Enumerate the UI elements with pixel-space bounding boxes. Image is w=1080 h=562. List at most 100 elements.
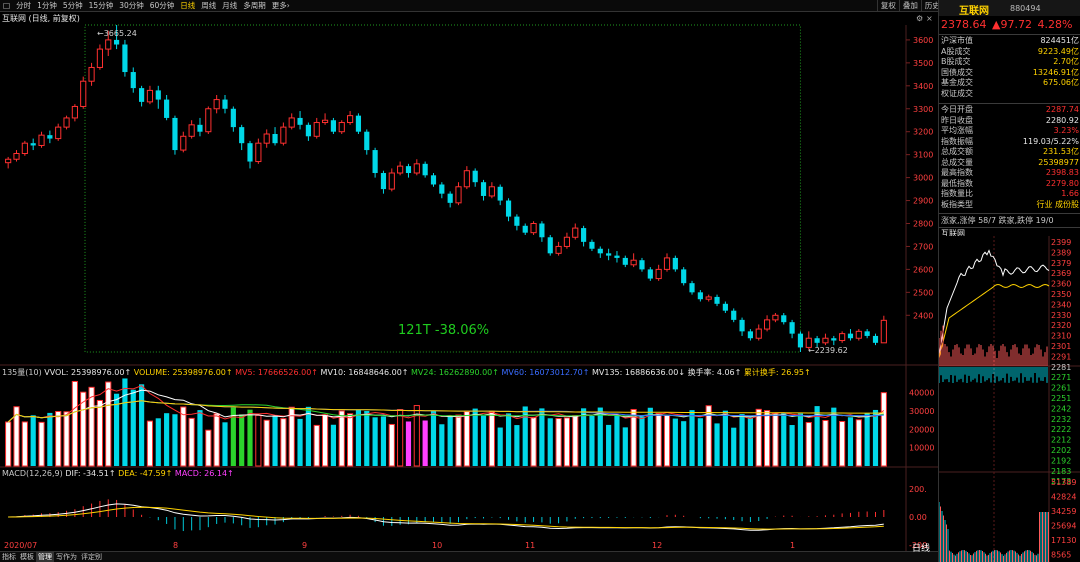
macd-indicator-value: DEA: -47.59↑: [118, 469, 175, 478]
volume-bar: [71, 380, 78, 467]
volume-y-tick: 30000: [909, 407, 934, 416]
y-tick-label: 2700: [913, 242, 933, 251]
mini-vol-tick: 51389: [1051, 478, 1076, 487]
volume-bar: [380, 416, 387, 466]
candle-body: [463, 170, 470, 188]
candle-body: [63, 117, 70, 128]
candle-body: [172, 117, 178, 151]
x-tick-label: 11: [525, 541, 535, 550]
volume-bar: [697, 418, 703, 466]
volume-bar: [305, 406, 311, 466]
candle-body: [689, 283, 695, 293]
candle-body: [630, 259, 637, 266]
volume-bar: [714, 423, 720, 466]
mini-price-tick: 2281: [1051, 363, 1071, 372]
volume-bar: [330, 424, 337, 466]
volume-indicator-value: VVOL: 25398976.00↑: [44, 368, 134, 377]
candle-body: [146, 89, 154, 103]
candle-body: [439, 184, 445, 194]
quote-label: 今日开盘: [941, 105, 973, 114]
candle-body: [739, 319, 745, 332]
macd-indicator-value: DIF: -34.51↑: [65, 469, 119, 478]
quote-label: 权证成交: [941, 88, 973, 98]
volume-indicator-value: VOLUME: 25398976.00↑: [133, 368, 236, 377]
candle-body: [488, 186, 495, 197]
volume-indicator-value: 换手率: 4.06↑: [687, 368, 744, 377]
candle-body: [272, 134, 278, 144]
candle-body: [305, 124, 311, 137]
macd-line: [8, 506, 884, 530]
candle-body: [606, 253, 612, 256]
volume-bar: [297, 418, 303, 466]
candle-body: [280, 126, 287, 144]
intraday-chart[interactable]: 23992389 23792369 236023502340 23302320 2310…: [939, 236, 1080, 562]
y-tick-label: 2800: [913, 219, 933, 228]
candle-body: [447, 193, 453, 203]
volume-bar: [180, 406, 187, 467]
candle-body: [781, 315, 787, 323]
volume-bar: [21, 421, 28, 467]
volume-bar: [722, 410, 728, 466]
candle-body: [614, 255, 620, 258]
candle-body: [480, 182, 487, 196]
mini-price-tick: 2202: [1051, 446, 1071, 455]
x-tick-label: 12: [652, 541, 662, 550]
quote-row: 权证成交: [941, 89, 1079, 99]
volume-y-tick: 20000: [909, 425, 934, 434]
volume-bar: [38, 421, 45, 467]
indicator-tab[interactable]: 管理: [36, 552, 54, 562]
volume-bar: [364, 411, 370, 466]
quote-value: 3.23%: [1053, 126, 1079, 135]
candle-body: [122, 44, 128, 73]
mini-price-tick: 2212: [1051, 436, 1071, 445]
volume-bar: [280, 418, 287, 467]
volume-bar: [338, 410, 345, 467]
candle-body: [839, 333, 846, 342]
mini-price-tick: 2389: [1051, 248, 1071, 257]
volume-bar: [572, 415, 579, 467]
mini-price-tick: 2310: [1051, 332, 1071, 341]
volume-bar: [188, 417, 195, 467]
volume-bar: [630, 408, 637, 467]
range-change-label: 121T -38.06%: [398, 323, 490, 338]
volume-bar: [563, 417, 571, 467]
mini-price-tick: 2271: [1051, 373, 1071, 382]
volume-bar: [805, 422, 812, 467]
volume-bar: [747, 417, 753, 466]
candle-body: [288, 117, 295, 128]
indicator-tab[interactable]: 评定别: [79, 552, 104, 562]
mini-price-tick: 2232: [1051, 415, 1071, 424]
candle-body: [47, 135, 53, 139]
x-tick-label: 10: [432, 541, 442, 550]
quote-value: 824451亿: [1040, 36, 1079, 45]
mini-price-tick: 2399: [1051, 238, 1071, 247]
volume-bar: [388, 423, 395, 467]
volume-bar: [30, 415, 36, 466]
candle-body: [105, 39, 112, 50]
quote-value: 2279.80: [1045, 178, 1079, 188]
quote-label: 总成交额: [941, 147, 973, 156]
mini-price-tick: 2379: [1051, 259, 1071, 268]
quote-row: 平均涨幅 3.23%: [941, 126, 1079, 136]
mini-vol-tick: 25694: [1051, 522, 1076, 531]
candle-body: [80, 80, 87, 107]
candle-body: [755, 328, 762, 339]
y-tick-label: 3500: [913, 59, 933, 68]
volume-bar: [397, 409, 404, 467]
indicator-tabs: 指标 模板 管理 写作为 评定别: [0, 551, 938, 562]
candle-body: [572, 227, 579, 238]
indicator-tab[interactable]: 写作为: [54, 552, 79, 562]
indicator-tab[interactable]: 指标: [0, 552, 18, 562]
market-turnover-table: 沪深市值 824451亿 A股成交 9223.49亿 B股成交 2.70亿 国债成交 1324…: [939, 36, 1080, 102]
mini-price-tick: 2301: [1051, 342, 1071, 351]
candle-body: [647, 269, 653, 279]
volume-indicator-value: 135量(10): [2, 368, 45, 377]
volume-bar: [581, 408, 587, 466]
quote-title-bar: 互联网 880494: [939, 0, 1080, 17]
candle-body: [514, 216, 520, 226]
indicator-tab[interactable]: 模板: [18, 552, 36, 562]
volume-bar: [47, 412, 53, 466]
volume-bar: [88, 386, 95, 467]
y-tick-label: 3300: [913, 105, 933, 114]
volume-bar: [63, 411, 70, 467]
